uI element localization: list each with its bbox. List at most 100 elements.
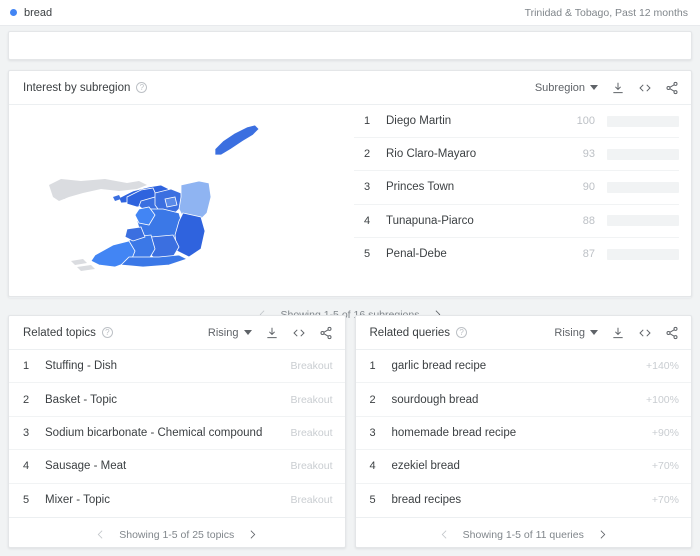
related-queries-pager-text: Showing 1-5 of 11 queries [462,528,584,541]
search-term-chip[interactable]: bread [10,7,52,19]
row-rank: 3 [364,181,371,194]
row-value: +100% [646,393,679,406]
download-icon[interactable] [265,326,279,340]
related-topics-toolbar: Rising [208,326,333,340]
list-item[interactable]: 2 sourdough bread +100% [355,383,691,417]
row-name: Tunapuna-Piarco [386,214,474,227]
row-rank: 4 [364,214,371,227]
map-region-nodata-islet-b [71,259,87,265]
queries-sort-label: Rising [554,326,585,339]
embed-icon[interactable] [292,326,306,340]
previous-page-icon[interactable] [438,528,451,541]
table-row[interactable]: 3 Princes Town 90 [354,171,679,205]
next-page-icon[interactable] [596,528,609,541]
map-region-tobago[interactable] [214,124,260,156]
related-topics-list: 1 Stuffing - Dish Breakout 2 Basket - To… [9,350,345,517]
row-name: ezekiel bread [391,460,460,473]
row-value: +70% [651,494,679,507]
help-circle-icon[interactable]: ? [136,82,148,93]
list-item[interactable]: 2 Basket - Topic Breakout [9,383,345,417]
search-term-label: bread [24,6,53,19]
subregion-scope-select[interactable]: Subregion [535,82,598,94]
row-value: 87 [582,248,595,261]
subregion-toolbar: Subregion [535,81,679,95]
list-item[interactable]: 3 Sodium bicarbonate - Chemical compound… [9,417,345,451]
trends-page: bread Trinidad & Tobago, Past 12 months … [0,0,700,556]
map-region-rio-claro-mayaro[interactable] [174,212,206,258]
share-icon[interactable] [665,326,679,340]
row-rank: 1 [23,360,30,373]
row-name: Diego Martin [386,115,452,128]
chevron-down-icon [590,85,598,90]
row-value: Breakout [290,360,333,373]
download-icon[interactable] [611,81,625,95]
share-icon[interactable] [665,81,679,95]
help-circle-icon[interactable]: ? [456,327,468,338]
subregion-panel-title: Interest by subregion [23,81,131,94]
row-rank: 1 [364,115,371,128]
row-bar-track [607,215,679,227]
embed-icon[interactable] [638,326,652,340]
row-value: Breakout [290,426,333,439]
previous-page-icon[interactable] [94,528,107,541]
row-value: Breakout [290,494,333,507]
queries-sort-select[interactable]: Rising [554,327,598,339]
row-name: Penal-Debe [386,248,447,261]
download-icon[interactable] [611,326,625,340]
row-value: +70% [651,460,679,473]
related-queries-title: Related queries [369,326,451,339]
interest-by-subregion-panel: Interest by subregion ? Subregion 1 Dieg… [8,70,692,321]
map-container[interactable] [9,105,354,297]
row-name: Sausage - Meat [45,460,127,473]
share-icon[interactable] [319,326,333,340]
table-row[interactable]: 1 Diego Martin 100 [354,105,679,139]
row-value: 88 [582,214,595,227]
row-rank: 5 [369,494,376,507]
subregion-scope-label: Subregion [534,81,585,94]
embed-icon[interactable] [638,81,652,95]
related-queries-toolbar: Rising [554,326,679,340]
list-item[interactable]: 5 bread recipes +70% [356,484,692,517]
trinidad-tobago-map[interactable] [9,105,354,297]
query-topbar: bread Trinidad & Tobago, Past 12 months [0,0,700,26]
list-item[interactable]: 3 homemade bread recipe +90% [355,417,691,451]
list-item[interactable]: 1 garlic bread recipe +140% [355,350,691,384]
bottom-panels: Related topics ? Rising 1 Stuffing - Dis… [8,315,692,548]
row-rank: 5 [23,494,30,507]
chevron-down-icon [590,330,598,335]
table-row[interactable]: 2 Rio Claro-Mayaro 93 [354,138,679,172]
row-bar-track [607,148,679,160]
timeseries-card-placeholder [8,31,692,60]
related-queries-pager: Showing 1-5 of 11 queries [355,517,691,551]
row-name: sourdough bread [391,393,479,406]
map-region-nodata-islet-c [77,265,95,271]
map-region-south-coast[interactable] [120,254,189,268]
list-item[interactable]: 1 Stuffing - Dish Breakout [9,350,345,384]
chevron-down-icon [243,330,252,335]
row-name: bread recipes [391,494,462,507]
map-region-tunapuna-inner[interactable] [164,196,178,208]
topics-sort-select[interactable]: Rising [208,327,252,339]
table-row[interactable]: 4 Tunapuna-Piarco 88 [354,205,679,238]
related-topics-panel: Related topics ? Rising 1 Stuffing - Dis… [8,315,346,548]
row-name: Basket - Topic [45,393,118,406]
list-item[interactable]: 5 Mixer - Topic Breakout [9,484,345,517]
list-item[interactable]: 4 ezekiel bread +70% [355,450,691,484]
row-rank: 2 [364,148,371,161]
subregion-body: 1 Diego Martin 100 2 Rio Claro-Mayaro 93… [9,105,691,297]
topics-sort-label: Rising [207,326,239,339]
row-value: +140% [646,360,679,373]
table-row[interactable]: 5 Penal-Debe 87 [354,238,679,271]
related-topics-title: Related topics [23,326,96,339]
subregion-list: 1 Diego Martin 100 2 Rio Claro-Mayaro 93… [354,105,691,297]
row-rank: 2 [369,393,376,406]
next-page-icon[interactable] [246,528,259,541]
related-queries-panel: Related queries ? Rising 1 garlic bread … [354,315,692,551]
related-queries-list: 1 garlic bread recipe +140% 2 sourdough … [355,350,692,517]
region-time-context: Trinidad & Tobago, Past 12 months [524,6,688,19]
row-rank: 2 [23,393,30,406]
list-item[interactable]: 4 Sausage - Meat Breakout [9,450,345,484]
row-value: +90% [651,426,679,439]
help-circle-icon[interactable]: ? [101,327,113,338]
related-topics-pager-text: Showing 1-5 of 25 topics [119,528,235,541]
